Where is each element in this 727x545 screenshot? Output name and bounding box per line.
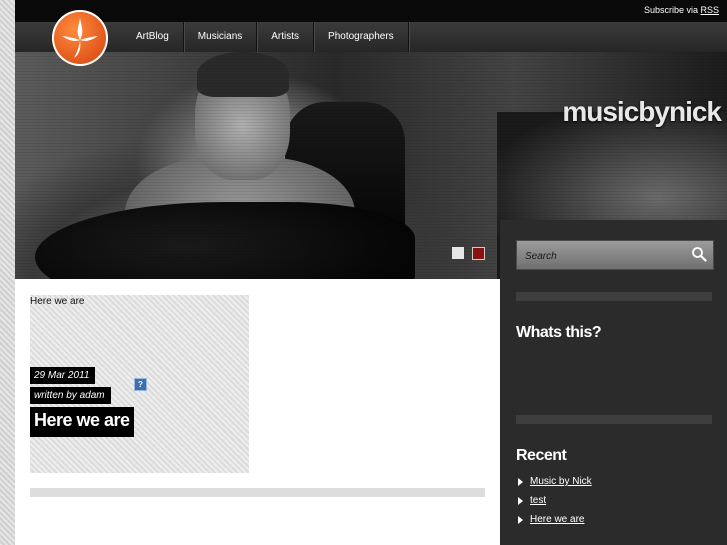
recent-link[interactable]: Music by Nick bbox=[530, 476, 592, 487]
sidebar-divider-1 bbox=[516, 292, 712, 301]
post-author: written by adam bbox=[30, 387, 111, 404]
site-logo[interactable] bbox=[52, 10, 108, 66]
sidebar: Whats this? Recent Music by Nick test He… bbox=[500, 220, 727, 545]
search-box bbox=[516, 240, 714, 270]
whats-this-heading: Whats this? bbox=[516, 324, 602, 341]
top-bar: Subscribe via RSS bbox=[15, 0, 727, 22]
logo-flame-icon bbox=[62, 18, 98, 58]
nav-items: ArtBlog Musicians Artists Photographers bbox=[122, 22, 409, 52]
recent-list: Music by Nick test Here we are bbox=[518, 476, 592, 533]
left-border-pattern bbox=[0, 0, 15, 545]
nav-item-artists[interactable]: Artists bbox=[257, 22, 315, 52]
help-icon[interactable]: ? bbox=[134, 378, 147, 391]
content-divider bbox=[30, 488, 485, 497]
recent-heading: Recent bbox=[516, 447, 567, 464]
recent-link[interactable]: Here we are bbox=[530, 514, 584, 525]
list-item: test bbox=[518, 495, 592, 514]
search-input[interactable] bbox=[523, 247, 687, 265]
recent-link[interactable]: test bbox=[530, 495, 546, 506]
post-card: Here we are 29 Mar 2011 ? written by ada… bbox=[30, 295, 249, 473]
post-title[interactable]: Here we are bbox=[30, 407, 134, 437]
main-navigation: ArtBlog Musicians Artists Photographers bbox=[15, 22, 727, 53]
slider-dot-1[interactable] bbox=[452, 247, 464, 259]
nav-item-musicians[interactable]: Musicians bbox=[184, 22, 258, 52]
post-excerpt: Here we are bbox=[30, 296, 85, 307]
subscribe-label: Subscribe via bbox=[643, 5, 698, 15]
list-item: Here we are bbox=[518, 514, 592, 533]
rss-link[interactable]: RSS bbox=[700, 5, 719, 15]
search-icon[interactable] bbox=[691, 246, 707, 262]
main-content: Here we are 29 Mar 2011 ? written by ada… bbox=[15, 279, 500, 545]
site-title: musicbynick bbox=[562, 96, 722, 127]
nav-item-photographers[interactable]: Photographers bbox=[314, 22, 409, 52]
arrow-right-icon bbox=[518, 478, 523, 486]
post-date: 29 Mar 2011 bbox=[30, 367, 96, 384]
sidebar-divider-2 bbox=[516, 415, 712, 424]
slider-dot-2-active[interactable] bbox=[472, 247, 485, 260]
arrow-right-icon bbox=[518, 516, 523, 524]
nav-item-artblog[interactable]: ArtBlog bbox=[122, 22, 184, 52]
arrow-right-icon bbox=[518, 497, 523, 505]
list-item: Music by Nick bbox=[518, 476, 592, 495]
subscribe-text: Subscribe via RSS bbox=[644, 5, 719, 15]
